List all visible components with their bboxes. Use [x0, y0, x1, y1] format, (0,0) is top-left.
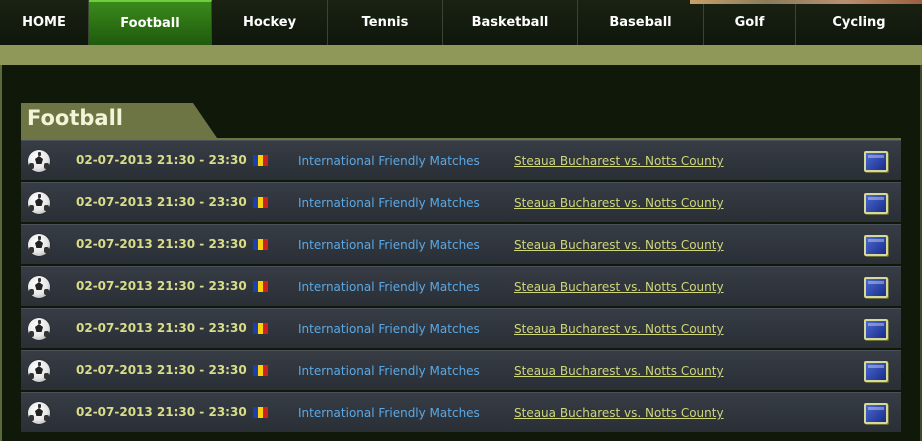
nav-home[interactable]: HOME	[0, 0, 89, 45]
flag-stripe	[263, 155, 268, 166]
match-link[interactable]: Steaua Bucharest vs. Notts County	[514, 322, 724, 336]
soccer-ball-icon	[28, 318, 50, 340]
nav-basketball[interactable]: Basketball	[443, 0, 578, 45]
nav-cycling[interactable]: Cycling	[796, 0, 922, 45]
flag-stripe	[263, 281, 268, 292]
match-link[interactable]: Steaua Bucharest vs. Notts County	[514, 364, 724, 378]
section-title: Football	[27, 106, 123, 130]
flag-stripe	[263, 365, 268, 376]
match-league: International Friendly Matches	[298, 322, 480, 336]
match-league: International Friendly Matches	[298, 154, 480, 168]
match-row[interactable]: 02-07-2013 21:30 - 23:30 International Fr…	[21, 392, 901, 432]
match-link[interactable]: Steaua Bucharest vs. Notts County	[514, 196, 724, 210]
romania-flag-icon	[253, 155, 268, 166]
soccer-ball-icon	[28, 150, 50, 172]
match-link[interactable]: Steaua Bucharest vs. Notts County	[514, 154, 724, 168]
main-nav: HOME Football Hockey Tennis Basketball B…	[0, 0, 922, 45]
tv-icon[interactable]	[864, 151, 888, 172]
soccer-ball-icon	[28, 360, 50, 382]
match-row[interactable]: 02-07-2013 21:30 - 23:30 International Fr…	[21, 224, 901, 264]
nav-tennis[interactable]: Tennis	[328, 0, 443, 45]
tv-icon[interactable]	[864, 235, 888, 256]
match-list: 02-07-2013 21:30 - 23:30 International Fr…	[21, 140, 901, 434]
romania-flag-icon	[253, 239, 268, 250]
tv-icon[interactable]	[864, 403, 888, 424]
match-datetime: 02-07-2013 21:30 - 23:30	[76, 195, 247, 209]
header-divider	[0, 45, 922, 65]
tv-icon[interactable]	[864, 193, 888, 214]
romania-flag-icon	[253, 365, 268, 376]
tv-icon[interactable]	[864, 277, 888, 298]
nav-baseball[interactable]: Baseball	[578, 0, 704, 45]
match-link[interactable]: Steaua Bucharest vs. Notts County	[514, 406, 724, 420]
soccer-ball-icon	[28, 192, 50, 214]
soccer-ball-icon	[28, 402, 50, 424]
match-datetime: 02-07-2013 21:30 - 23:30	[76, 237, 247, 251]
match-league: International Friendly Matches	[298, 406, 480, 420]
match-row[interactable]: 02-07-2013 21:30 - 23:30 International Fr…	[21, 182, 901, 222]
soccer-ball-icon	[28, 276, 50, 298]
match-datetime: 02-07-2013 21:30 - 23:30	[76, 153, 247, 167]
flag-stripe	[263, 197, 268, 208]
match-row[interactable]: 02-07-2013 21:30 - 23:30 International Fr…	[21, 266, 901, 306]
romania-flag-icon	[253, 323, 268, 334]
nav-hockey[interactable]: Hockey	[212, 0, 328, 45]
match-datetime: 02-07-2013 21:30 - 23:30	[76, 321, 247, 335]
match-link[interactable]: Steaua Bucharest vs. Notts County	[514, 280, 724, 294]
match-league: International Friendly Matches	[298, 280, 480, 294]
romania-flag-icon	[253, 197, 268, 208]
nav-football[interactable]: Football	[89, 0, 212, 45]
romania-flag-icon	[253, 281, 268, 292]
match-row[interactable]: 02-07-2013 21:30 - 23:30 International Fr…	[21, 308, 901, 348]
match-datetime: 02-07-2013 21:30 - 23:30	[76, 405, 247, 419]
match-league: International Friendly Matches	[298, 238, 480, 252]
romania-flag-icon	[253, 407, 268, 418]
nav-golf[interactable]: Golf	[704, 0, 796, 45]
match-row[interactable]: 02-07-2013 21:30 - 23:30 International Fr…	[21, 350, 901, 390]
match-league: International Friendly Matches	[298, 196, 480, 210]
match-datetime: 02-07-2013 21:30 - 23:30	[76, 279, 247, 293]
flag-stripe	[263, 239, 268, 250]
match-link[interactable]: Steaua Bucharest vs. Notts County	[514, 238, 724, 252]
header-decoration	[690, 0, 922, 4]
tv-icon[interactable]	[864, 361, 888, 382]
flag-stripe	[263, 323, 268, 334]
soccer-ball-icon	[28, 234, 50, 256]
flag-stripe	[263, 407, 268, 418]
tv-icon[interactable]	[864, 319, 888, 340]
match-datetime: 02-07-2013 21:30 - 23:30	[76, 363, 247, 377]
match-row[interactable]: 02-07-2013 21:30 - 23:30 International Fr…	[21, 140, 901, 180]
match-league: International Friendly Matches	[298, 364, 480, 378]
